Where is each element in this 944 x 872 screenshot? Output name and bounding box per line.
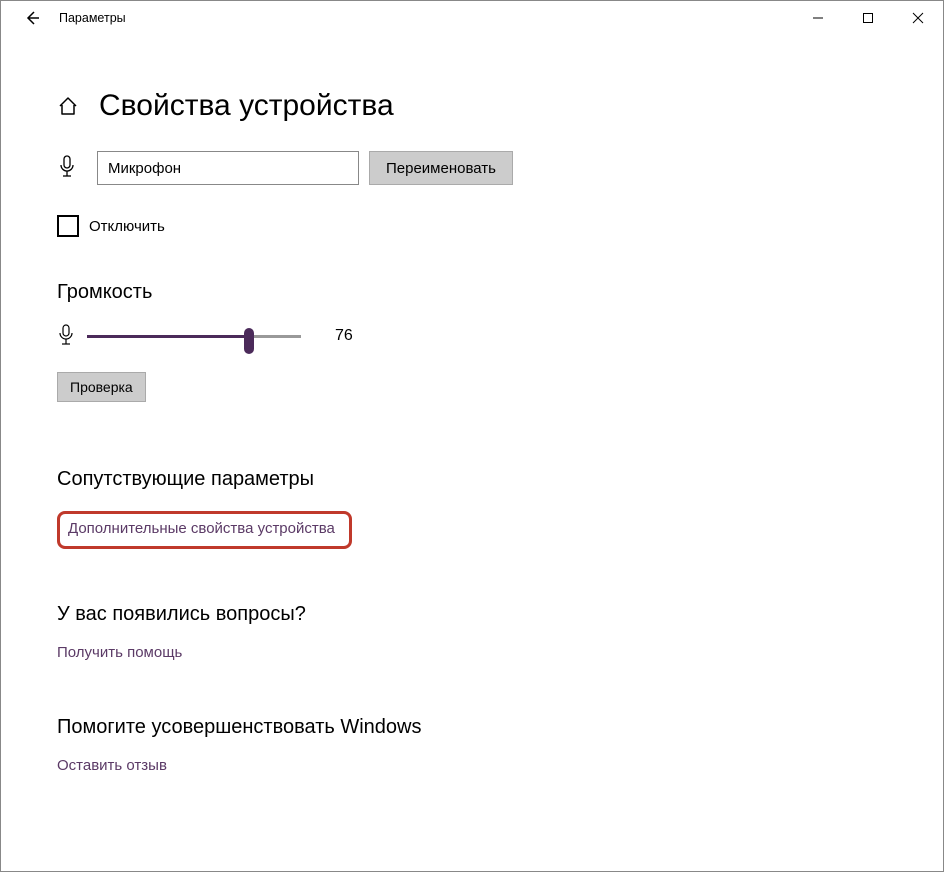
window-title: Параметры (49, 11, 126, 25)
minimize-icon (812, 12, 824, 24)
slider-fill (87, 335, 250, 338)
slider-track (87, 335, 301, 338)
content-area: Свойства устройства Переименовать Отключ… (1, 35, 943, 775)
arrow-left-icon (23, 9, 41, 27)
improve-heading: Помогите усовершенствовать Windows (57, 716, 903, 739)
disable-checkbox[interactable] (57, 215, 79, 237)
microphone-icon (57, 155, 77, 181)
volume-value: 76 (335, 327, 353, 345)
volume-slider[interactable] (87, 322, 301, 350)
close-icon (912, 12, 924, 24)
back-button[interactable] (15, 9, 49, 27)
disable-label: Отключить (89, 218, 165, 235)
questions-section: У вас появились вопросы? Получить помощь (57, 603, 903, 662)
volume-heading: Громкость (57, 281, 903, 304)
page-title: Свойства устройства (99, 89, 394, 123)
close-button[interactable] (893, 1, 943, 35)
improve-section: Помогите усовершенствовать Windows Остав… (57, 716, 903, 775)
disable-row: Отключить (57, 215, 903, 237)
device-name-input[interactable] (97, 151, 359, 185)
questions-heading: У вас появились вопросы? (57, 603, 903, 626)
feedback-link[interactable]: Оставить отзыв (57, 757, 167, 774)
highlight-annotation: Дополнительные свойства устройства (57, 511, 352, 549)
volume-section: Громкость 76 Проверка (57, 281, 903, 402)
additional-properties-link[interactable]: Дополнительные свойства устройства (68, 520, 335, 537)
get-help-link[interactable]: Получить помощь (57, 644, 182, 661)
minimize-button[interactable] (793, 1, 843, 35)
device-name-row: Переименовать (57, 151, 903, 185)
volume-slider-row: 76 (57, 322, 903, 350)
page-header: Свойства устройства (57, 89, 903, 123)
home-icon (57, 95, 79, 117)
related-section: Сопутствующие параметры Дополнительные с… (57, 468, 903, 549)
test-button[interactable]: Проверка (57, 372, 146, 402)
slider-thumb[interactable] (244, 328, 254, 354)
settings-window: Параметры Свойства устройства Переименов… (0, 0, 944, 872)
microphone-icon (57, 324, 75, 348)
maximize-icon (862, 12, 874, 24)
maximize-button[interactable] (843, 1, 893, 35)
rename-button[interactable]: Переименовать (369, 151, 513, 185)
window-controls (793, 1, 943, 35)
related-heading: Сопутствующие параметры (57, 468, 903, 491)
home-button[interactable] (57, 95, 79, 117)
